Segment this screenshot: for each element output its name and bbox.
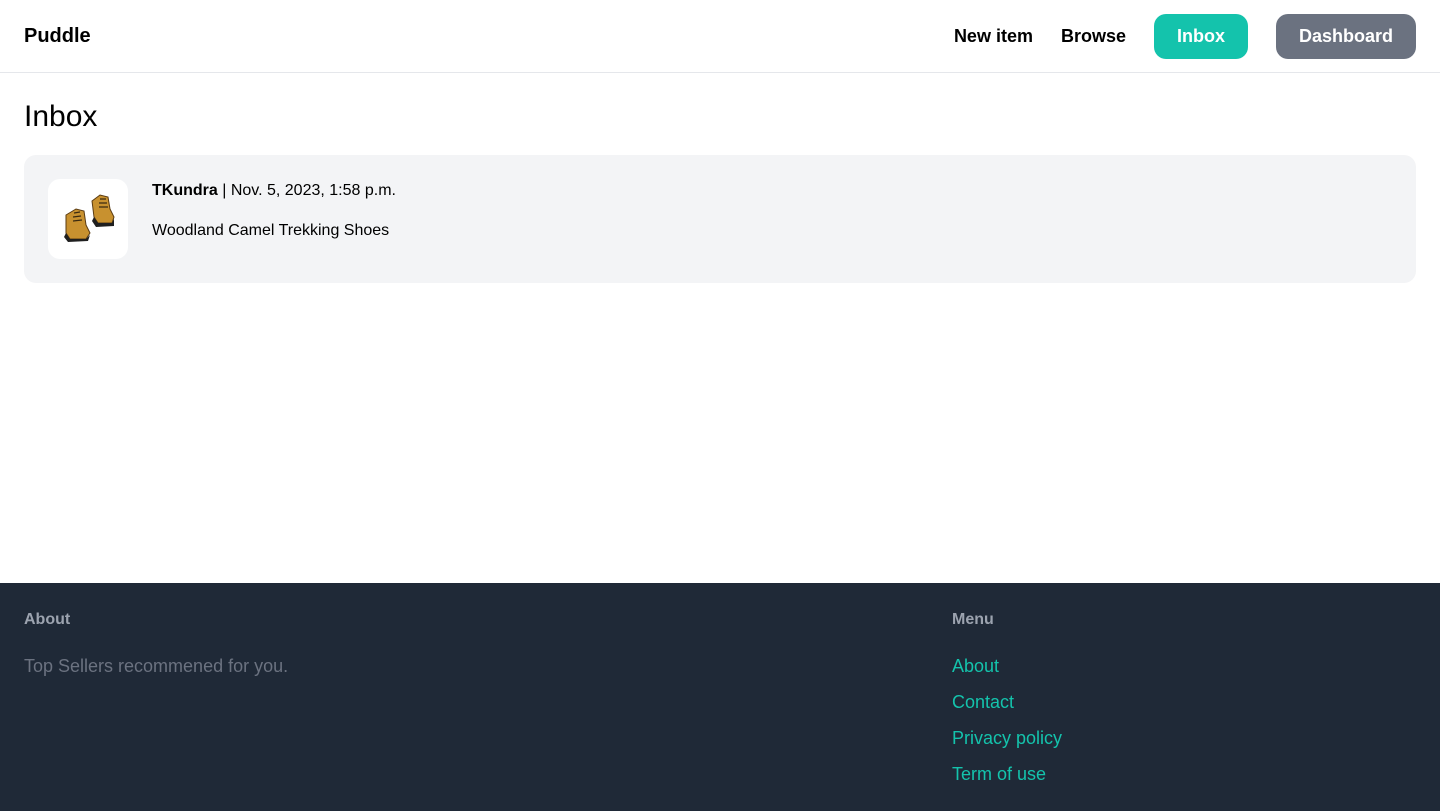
- footer-link-contact[interactable]: Contact: [952, 691, 1062, 713]
- conversation-text: TKundra | Nov. 5, 2023, 1:58 p.m. Woodla…: [152, 179, 396, 259]
- footer: About Top Sellers recommened for you. Me…: [0, 583, 1440, 811]
- boots-icon: [64, 194, 115, 242]
- footer-menu-section: Menu About Contact Privacy policy Term o…: [952, 611, 1062, 785]
- footer-about-text: Top Sellers recommened for you.: [24, 656, 289, 676]
- footer-link-about[interactable]: About: [952, 655, 1062, 677]
- conversation-item-name: Woodland Camel Trekking Shoes: [152, 222, 390, 239]
- dashboard-button[interactable]: Dashboard: [1276, 13, 1416, 59]
- conversation-timestamp: Nov. 5, 2023, 1:58 p.m.: [230, 182, 396, 199]
- footer-link-privacy-policy[interactable]: Privacy policy: [952, 727, 1062, 749]
- conversation-meta: TKundra | Nov. 5, 2023, 1:58 p.m.: [152, 181, 396, 201]
- navbar: Puddle New item Browse Inbox Dashboard: [0, 0, 1440, 73]
- trekking-shoes-image: [48, 179, 128, 259]
- footer-about-heading: About: [24, 611, 71, 628]
- footer-about-section: About Top Sellers recommened for you.: [24, 611, 952, 783]
- meta-separator: |: [217, 182, 231, 199]
- new-item-link[interactable]: New item: [954, 26, 1033, 47]
- inbox-button[interactable]: Inbox: [1154, 13, 1248, 59]
- page-title: Inbox: [24, 100, 98, 133]
- footer-menu-heading: Menu: [952, 611, 994, 628]
- main-content: Inbox TKundra | Nov. 5, 2023, 1:58 p.m. …: [0, 99, 1440, 283]
- footer-link-term-of-use[interactable]: Term of use: [952, 763, 1062, 785]
- conversation-item[interactable]: TKundra | Nov. 5, 2023, 1:58 p.m. Woodla…: [24, 155, 1416, 283]
- nav-links: New item Browse Inbox Dashboard: [954, 13, 1416, 59]
- conversation-user: TKundra: [152, 182, 218, 199]
- brand-logo[interactable]: Puddle: [24, 25, 91, 48]
- footer-menu: About Contact Privacy policy Term of use: [952, 655, 1062, 785]
- browse-link[interactable]: Browse: [1061, 26, 1126, 47]
